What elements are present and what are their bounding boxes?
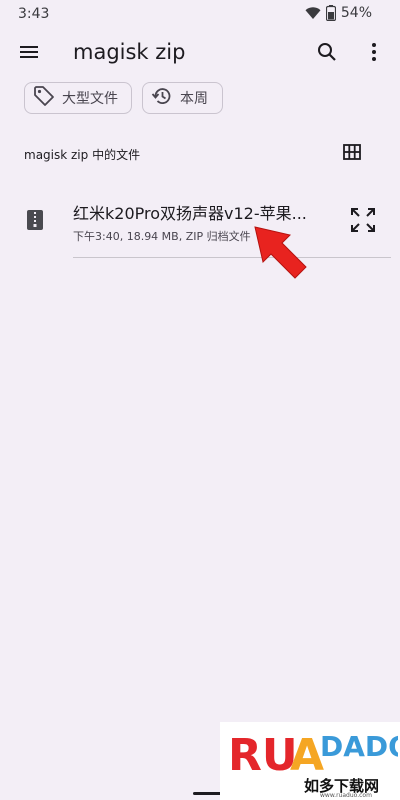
svg-text:DADO: DADO	[320, 730, 398, 763]
filter-chip-this-week[interactable]: 本周	[142, 82, 223, 114]
history-icon	[143, 85, 180, 111]
status-bar: 3:43 54%	[0, 0, 400, 30]
zip-file-icon	[24, 209, 46, 231]
status-time: 3:43	[18, 6, 50, 22]
menu-button[interactable]	[14, 39, 44, 69]
watermark-logo: RU A DADO	[228, 726, 400, 781]
file-metadata: 下午3:40, 18.94 MB, ZIP 归档文件	[73, 230, 251, 243]
battery-icon	[325, 5, 336, 21]
menu-icon	[19, 44, 39, 64]
red-arrow-annotation	[250, 222, 312, 284]
chip-label: 本周	[180, 91, 208, 107]
chip-label: 大型文件	[62, 91, 118, 107]
search-icon	[317, 42, 337, 66]
search-button[interactable]	[312, 39, 342, 69]
more-options-button[interactable]	[359, 39, 389, 69]
svg-text:A: A	[290, 730, 324, 776]
file-preview-button[interactable]	[347, 206, 379, 238]
watermark: RU A DADO 如多下载网 www.ruaduo.com	[220, 722, 400, 800]
page-title: magisk zip	[73, 40, 186, 64]
svg-text:RU: RU	[228, 730, 298, 776]
file-name: 红米k20Pro双扬声器v12-苹果...	[73, 204, 307, 223]
battery-percent: 54%	[340, 5, 372, 21]
app-bar: magisk zip	[0, 30, 400, 76]
expand-icon	[350, 207, 376, 237]
filter-chip-large-files[interactable]: 大型文件	[24, 82, 132, 114]
list-divider	[73, 257, 391, 258]
watermark-url: www.ruaduo.com	[320, 792, 372, 799]
grid-view-icon	[343, 144, 361, 164]
section-title: magisk zip 中的文件	[24, 148, 141, 162]
more-vert-icon	[371, 42, 377, 66]
tag-icon	[25, 85, 62, 111]
file-list-item[interactable]: 红米k20Pro双扬声器v12-苹果... 下午3:40, 18.94 MB, …	[0, 188, 400, 258]
status-icons: 54%	[305, 5, 372, 21]
grid-view-button[interactable]	[339, 142, 365, 166]
wifi-icon	[305, 6, 321, 20]
